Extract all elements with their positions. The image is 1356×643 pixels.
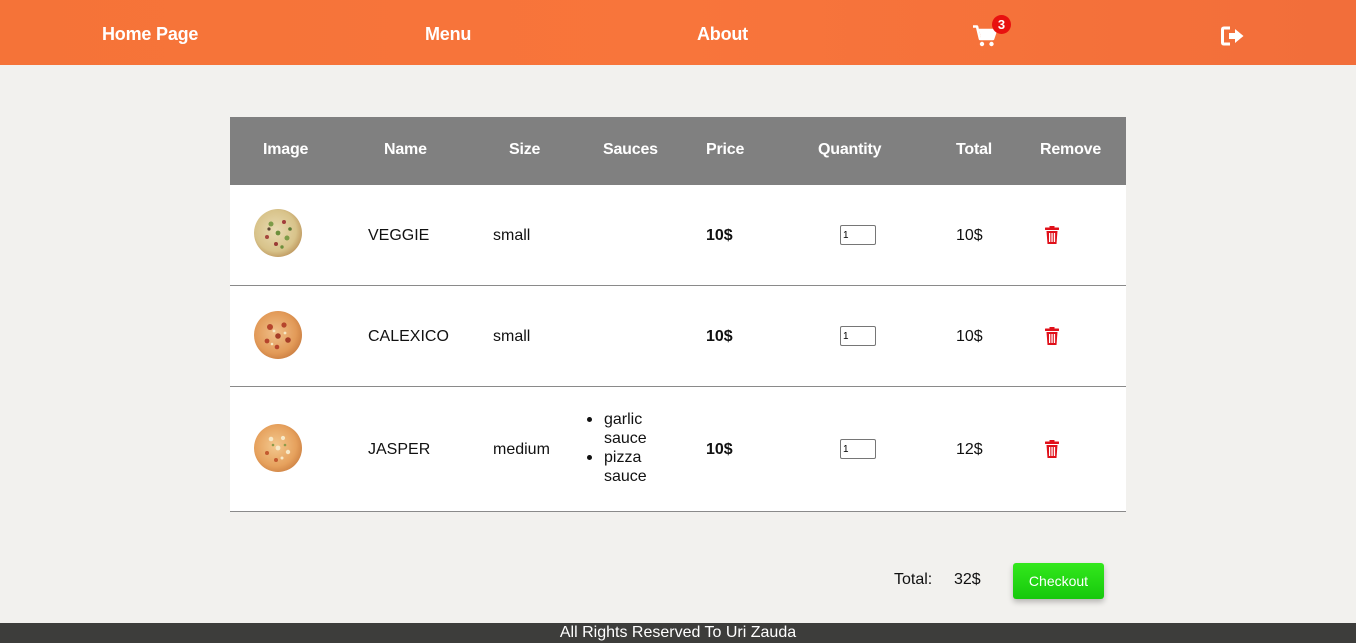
header-remove: Remove <box>1040 141 1102 158</box>
trash-icon[interactable] <box>1045 327 1059 345</box>
nav-home-link[interactable]: Home Page <box>102 24 198 45</box>
trash-icon[interactable] <box>1045 440 1059 458</box>
sauces-list: garlic sauce pizza sauce <box>587 410 664 486</box>
item-total: 10$ <box>956 328 983 345</box>
cart-count-badge: 3 <box>992 15 1011 34</box>
item-price: 10$ <box>706 328 733 345</box>
navbar: Home Page Menu About 3 <box>0 0 1356 65</box>
table-row: JASPER medium garlic sauce pizza sauce 1… <box>230 387 1126 512</box>
sauce-item: pizza sauce <box>587 448 664 486</box>
checkout-button[interactable]: Checkout <box>1013 563 1104 599</box>
item-size: small <box>493 227 531 244</box>
pizza-image <box>254 209 302 257</box>
item-size: small <box>493 328 531 345</box>
header-quantity: Quantity <box>818 141 882 158</box>
header-size: Size <box>509 141 541 158</box>
pizza-image <box>254 311 302 359</box>
quantity-input[interactable] <box>840 326 876 346</box>
nav-about-link[interactable]: About <box>697 24 748 45</box>
header-sauces: Sauces <box>603 141 658 158</box>
cart-total-label: Total: <box>894 571 933 588</box>
quantity-input[interactable] <box>840 225 876 245</box>
item-price: 10$ <box>706 441 733 458</box>
quantity-input[interactable] <box>840 439 876 459</box>
table-row: CALEXICO small 10$ 10$ <box>230 286 1126 387</box>
item-name: CALEXICO <box>368 328 449 345</box>
item-name: JASPER <box>368 441 431 458</box>
table-header: Image Name Size Sauces Price Quantity To… <box>230 117 1126 185</box>
header-total: Total <box>956 141 993 158</box>
cart-table: Image Name Size Sauces Price Quantity To… <box>230 117 1126 512</box>
item-name: VEGGIE <box>368 227 430 244</box>
item-total: 12$ <box>956 441 983 458</box>
trash-icon[interactable] <box>1045 226 1059 244</box>
table-row: VEGGIE small 10$ 10$ <box>230 185 1126 286</box>
footer: All Rights Reserved To Uri Zauda <box>0 623 1356 643</box>
header-name: Name <box>384 141 427 158</box>
nav-menu-link[interactable]: Menu <box>425 24 471 45</box>
sign-out-icon[interactable] <box>1221 26 1245 48</box>
header-price: Price <box>706 141 745 158</box>
header-image: Image <box>263 141 309 158</box>
pizza-image <box>254 424 302 472</box>
item-size: medium <box>493 441 550 458</box>
item-total: 10$ <box>956 227 983 244</box>
sauce-item: garlic sauce <box>587 410 664 448</box>
item-price: 10$ <box>706 227 733 244</box>
cart-total-value: 32$ <box>954 571 981 588</box>
